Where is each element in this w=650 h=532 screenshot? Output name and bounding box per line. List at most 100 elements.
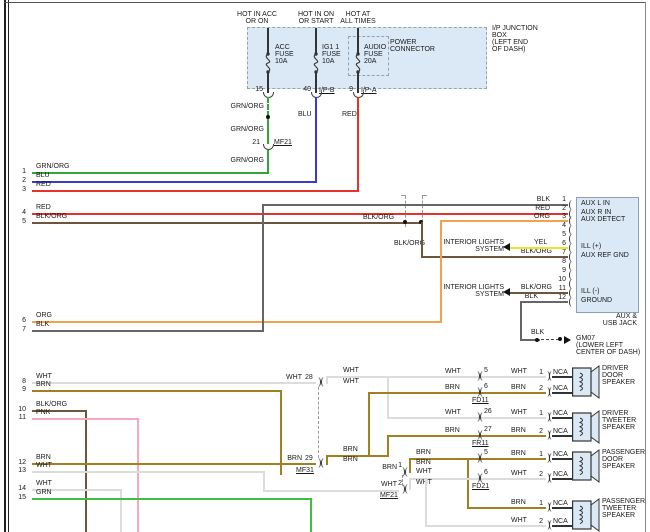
page-border-top [4, 2, 646, 3]
wire-label: GRN [36, 489, 52, 496]
wire-brn [467, 458, 469, 509]
wire-wht [326, 376, 546, 378]
nca-label: NCA [553, 471, 568, 478]
wire-label: BRN [280, 455, 302, 462]
wire-org [440, 220, 568, 222]
wire-brn [32, 390, 282, 392]
wire-label: BLK/ORG [36, 213, 67, 220]
radio-pin-number: 6 [12, 317, 26, 324]
fusebox-pin-number: 9 [332, 86, 353, 93]
wire-label: WHT [343, 378, 359, 385]
wire-label: GRN/ORG [230, 157, 264, 164]
interior-lights-label: INTERIOR LIGHTS SYSTEM [440, 284, 504, 298]
wire-label: WHT [511, 470, 527, 477]
wire-wht [32, 382, 316, 384]
speaker-pin-number: 2 [531, 518, 543, 525]
aux-pin-number: 2 [554, 205, 566, 212]
aux-pin-number: 11 [554, 285, 566, 292]
wiring-diagram: POWER CONNECTOR I/P JUNCTION BOX (LEFT E… [0, 0, 650, 532]
wire-red [357, 97, 359, 191]
aux-pin-number: 4 [554, 222, 566, 229]
aux-pin-label: ILL (+) [581, 243, 601, 250]
inline-connector-cap [401, 195, 406, 196]
fusebox-pin-number: 15 [242, 86, 263, 93]
wire-grnorg [267, 150, 269, 173]
mf31-pin-number: 28 [305, 374, 313, 381]
wire-blkorg [421, 256, 568, 258]
fuse-wire [357, 72, 359, 93]
wire-label: RED [36, 204, 51, 211]
speaker-icon [572, 498, 600, 532]
connector-name: MF31 [296, 467, 314, 474]
aux-pin-number: 12 [554, 294, 566, 301]
wire-grn [310, 498, 312, 532]
wire-label: WHT [511, 368, 527, 375]
wire-label: WHT [511, 409, 527, 416]
interior-lights-label: INTERIOR LIGHTS SYSTEM [440, 239, 504, 253]
speaker-pin-number: 2 [531, 471, 543, 478]
ground-dot [558, 337, 562, 341]
hot-feed-label: HOT IN ACC OR ON [227, 11, 287, 25]
aux-pin-label: AUX L IN [581, 200, 610, 207]
wire-blkorg [510, 292, 568, 294]
mf31-pin-number: 29 [305, 455, 313, 462]
radio-edge-line-inner [8, 0, 9, 532]
speaker-name: PASSENGER DOOR SPEAKER [602, 449, 645, 470]
nca-label: NCA [553, 385, 568, 392]
wire-brn [387, 435, 389, 457]
wire-label: BLU [36, 172, 50, 179]
wire-label: BRN [511, 384, 526, 391]
junction-box-label: I/P JUNCTION BOX (LEFT END OF DASH) [492, 25, 538, 53]
wire-label: ORG [36, 312, 52, 319]
wire-label: BRN [511, 450, 526, 457]
wire-label: BRN [511, 499, 526, 506]
fuse-label: ACC FUSE 10A [275, 44, 294, 65]
arrow-left-icon [503, 288, 510, 296]
wire-blk-dashed [541, 339, 559, 340]
radio-pin-number: 9 [12, 386, 26, 393]
arrow-left-icon [503, 243, 510, 251]
aux-pin-label: GROUND [581, 297, 612, 304]
wire-label: WHT [36, 480, 52, 487]
wire-pnk [32, 418, 139, 420]
wire-label: RED [524, 205, 550, 212]
wire-label: BLK [524, 196, 550, 203]
nca-label: NCA [553, 428, 568, 435]
radio-pin-number: 13 [12, 467, 26, 474]
wire-label: RED [342, 111, 357, 118]
wire-label: WHT [36, 373, 52, 380]
wire-label: GRN/ORG [36, 163, 69, 170]
wire-wht [425, 478, 427, 527]
wire-org [32, 321, 442, 323]
speaker-icon [572, 365, 600, 399]
aux-title: AUX & USB JACK [577, 313, 637, 327]
wire-label: BLK [36, 321, 49, 328]
wire-grnorg [267, 119, 269, 144]
wire-blk [520, 301, 522, 341]
speaker-name: DRIVER DOOR SPEAKER [602, 365, 635, 386]
wire-label: BRN [343, 456, 358, 463]
wire-wht [387, 376, 389, 419]
aux-pin-label: ILL (-) [581, 288, 599, 295]
fuse-icon [263, 52, 273, 74]
wire-label: BLK [516, 293, 538, 300]
radio-pin-number: 8 [12, 378, 26, 385]
wire-label: BLK/ORG [363, 214, 394, 221]
wire-wht [32, 471, 265, 473]
wire-label: BRN [343, 446, 358, 453]
wire-label: YEL [534, 239, 547, 246]
radio-pin-number: 7 [12, 326, 26, 333]
speaker-name: PASSENGER TWEETER SPEAKER [602, 498, 645, 519]
wire-brn [467, 507, 546, 509]
power-connector-label: POWER CONNECTOR [390, 39, 435, 53]
radio-pin-number: 10 [12, 406, 26, 413]
junction-dot [535, 338, 539, 342]
fuse-wire [315, 72, 317, 93]
wire-grn [32, 498, 312, 500]
wire-blk [262, 204, 264, 332]
wire-label: WHT [416, 479, 432, 486]
wire-wht [425, 525, 546, 527]
wire-brn [409, 458, 411, 473]
nca-label: NCA [553, 451, 568, 458]
wire-wht [387, 417, 546, 419]
